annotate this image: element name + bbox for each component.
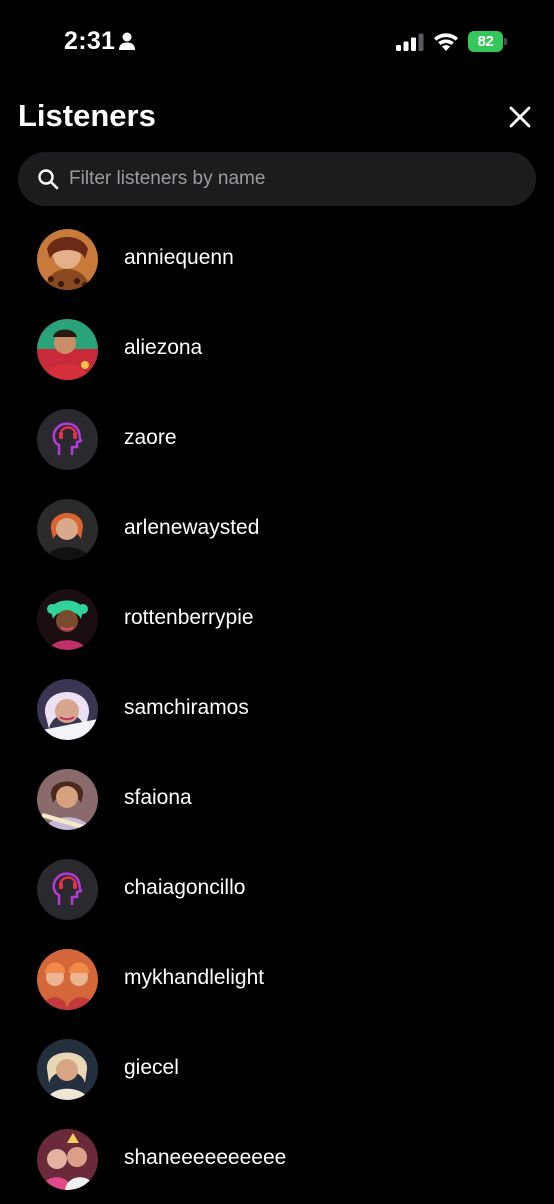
avatar-photo	[37, 1039, 98, 1100]
avatar[interactable]	[37, 229, 98, 290]
default-headphones-avatar	[37, 859, 98, 920]
avatar-photo	[37, 499, 98, 560]
list-item[interactable]: giecel	[0, 1024, 554, 1114]
avatar[interactable]	[37, 1129, 98, 1190]
list-item[interactable]: rottenberrypie	[0, 574, 554, 664]
avatar[interactable]	[37, 409, 98, 470]
list-item[interactable]: mykhandlelight	[0, 934, 554, 1024]
close-icon	[509, 106, 531, 128]
list-item[interactable]: aliezona	[0, 304, 554, 394]
listener-name: arlenewaysted	[124, 516, 260, 539]
list-item[interactable]: shaneeeeeeeeee	[0, 1114, 554, 1204]
status-bar: 2:31 82	[0, 0, 554, 84]
listener-name: sfaiona	[124, 786, 192, 809]
avatar[interactable]	[37, 319, 98, 380]
list-item[interactable]: samchiramos	[0, 664, 554, 754]
listener-name: giecel	[124, 1056, 179, 1079]
person-icon	[119, 32, 135, 50]
avatar[interactable]	[37, 859, 98, 920]
listener-list: anniequenn aliezona zaore arlenewaysted …	[0, 214, 554, 1204]
battery-cap	[504, 38, 507, 45]
close-button[interactable]	[504, 101, 536, 133]
avatar[interactable]	[37, 589, 98, 650]
listener-name: shaneeeeeeeeee	[124, 1146, 287, 1169]
avatar-photo	[37, 229, 98, 290]
search-icon	[38, 169, 59, 190]
listener-name: anniequenn	[124, 246, 234, 269]
listener-name: rottenberrypie	[124, 606, 254, 629]
listener-name: mykhandlelight	[124, 966, 265, 989]
list-item[interactable]: sfaiona	[0, 754, 554, 844]
avatar-photo	[37, 679, 98, 740]
battery-level: 82	[468, 31, 503, 52]
status-time: 2:31	[64, 27, 116, 55]
avatar-photo	[37, 949, 98, 1010]
search-bar[interactable]	[18, 152, 536, 206]
avatar-photo	[37, 769, 98, 830]
avatar[interactable]	[37, 499, 98, 560]
list-item[interactable]: chaiagoncillo	[0, 844, 554, 934]
listener-name: zaore	[124, 426, 177, 449]
avatar[interactable]	[37, 949, 98, 1010]
listener-name: aliezona	[124, 336, 203, 359]
wifi-icon	[434, 33, 458, 51]
avatar[interactable]	[37, 769, 98, 830]
signal-icon	[396, 33, 424, 51]
avatar-photo	[37, 589, 98, 650]
search-input[interactable]	[69, 152, 519, 206]
header: Listeners	[0, 96, 554, 142]
list-item[interactable]: anniequenn	[0, 214, 554, 304]
default-headphones-avatar	[37, 409, 98, 470]
avatar[interactable]	[37, 1039, 98, 1100]
listener-name: chaiagoncillo	[124, 876, 246, 899]
list-item[interactable]: zaore	[0, 394, 554, 484]
listener-name: samchiramos	[124, 696, 249, 719]
avatar-photo	[37, 319, 98, 380]
avatar[interactable]	[37, 679, 98, 740]
avatar-photo	[37, 1129, 98, 1190]
list-item[interactable]: arlenewaysted	[0, 484, 554, 574]
page-title: Listeners	[18, 98, 156, 133]
battery-icon: 82	[468, 31, 507, 52]
